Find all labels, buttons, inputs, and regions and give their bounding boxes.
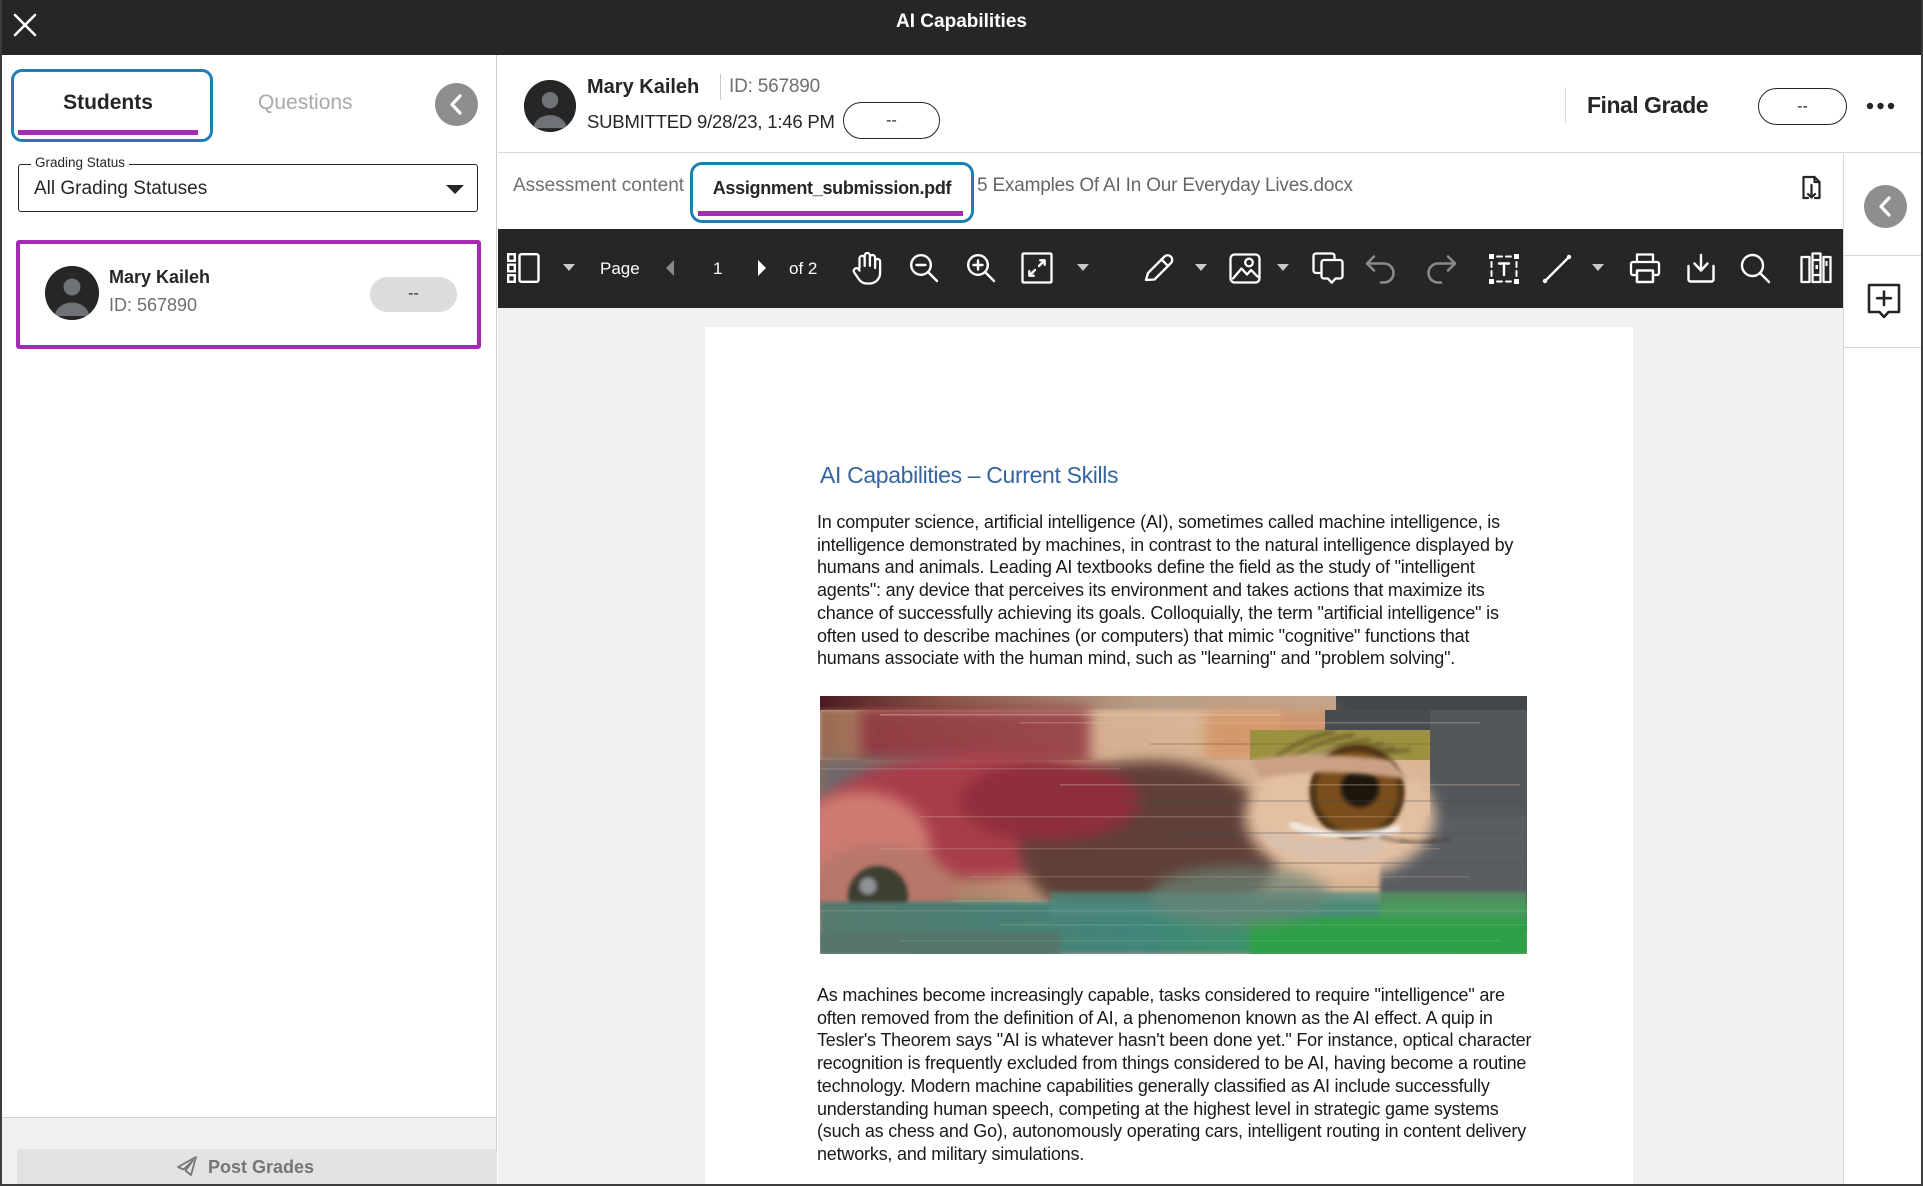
svg-text:1: 1: [713, 259, 722, 278]
svg-text:Page: Page: [600, 259, 640, 278]
svg-text:of 2: of 2: [789, 259, 817, 278]
